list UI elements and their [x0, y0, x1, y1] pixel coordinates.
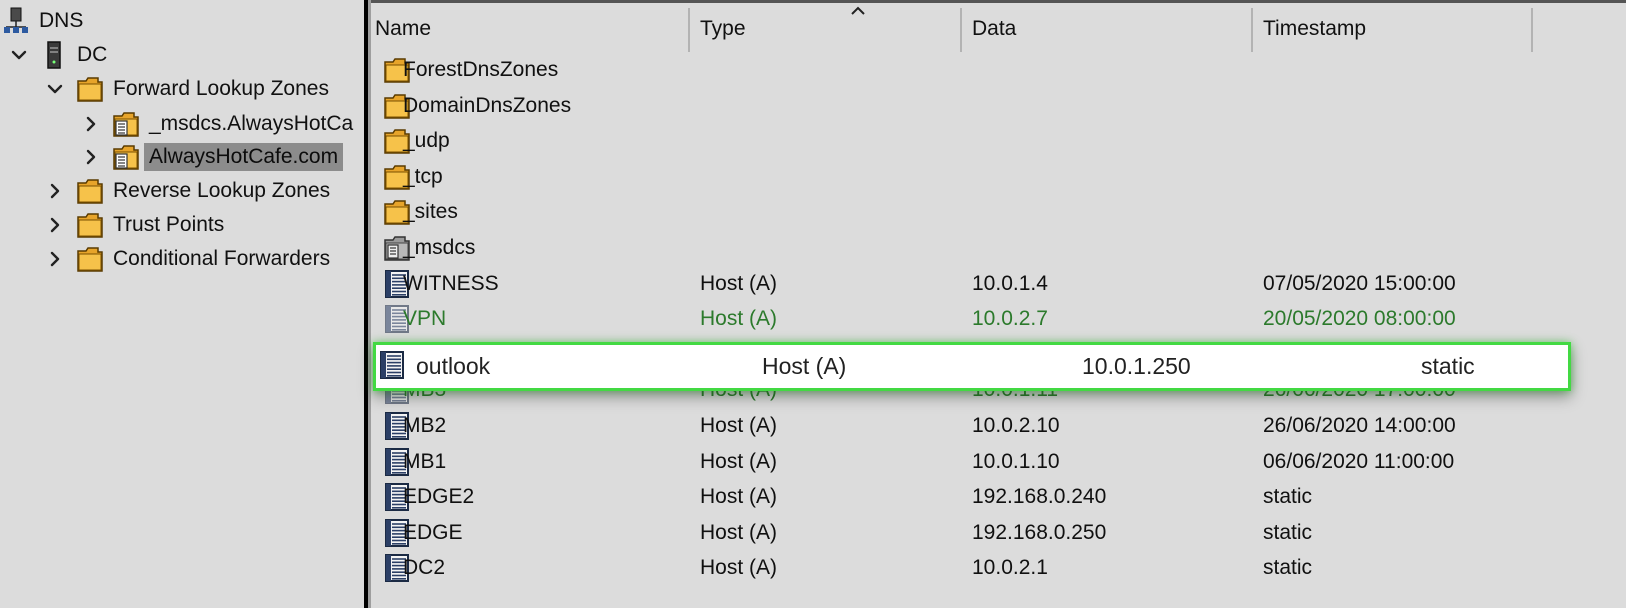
record-row[interactable]: MB2 Host (A) 10.0.2.10 26/06/2020 14:00:00: [371, 407, 1626, 444]
record-name: _sites: [403, 199, 458, 223]
console-tree: DNS DC Forward Lookup Zones _msdcs.AlwaysHo…: [0, 0, 366, 608]
record-name: WITNESS: [403, 271, 499, 295]
chevron-right-icon[interactable]: [80, 107, 102, 141]
chevron-down-icon[interactable]: [44, 72, 66, 106]
tree-item-label: DC: [77, 43, 108, 66]
tree-item-trust-points[interactable]: Trust Points: [44, 208, 229, 242]
chevron-right-icon[interactable]: [44, 242, 66, 276]
folder-icon: [76, 244, 104, 274]
record-type: Host (A): [700, 555, 778, 579]
record-timestamp: static: [1263, 555, 1313, 579]
column-resize-handle[interactable]: [1251, 8, 1253, 52]
record-row[interactable]: MB1 Host (A) 10.0.1.10 06/06/2020 11:00:00: [371, 443, 1626, 480]
chevron-right-icon[interactable]: [44, 174, 66, 208]
record-row[interactable]: _tcp: [371, 158, 1626, 195]
column-resize-handle[interactable]: [1531, 8, 1533, 52]
record-name: EDGE2: [403, 484, 475, 508]
record-name: outlook: [416, 353, 491, 379]
server-icon: [40, 40, 68, 70]
dns-manager-window: DNS DC Forward Lookup Zones _msdcs.AlwaysHo…: [0, 0, 1626, 608]
tree-item-label: Reverse Lookup Zones: [113, 179, 331, 202]
record-row[interactable]: DC2 Host (A) 10.0.2.1 static: [371, 549, 1626, 586]
tree-item-label: Forward Lookup Zones: [113, 77, 329, 100]
record-name: _msdcs: [403, 235, 476, 259]
column-header-data[interactable]: Data: [972, 6, 1016, 52]
column-header-name[interactable]: Name: [375, 6, 431, 52]
record-row[interactable]: VPN Host (A) 10.0.2.7 20/05/2020 08:00:00: [371, 300, 1626, 337]
column-header-type[interactable]: Type: [700, 6, 746, 52]
record-name: VPN: [403, 306, 447, 330]
record-data: 10.0.2.10: [972, 413, 1060, 437]
record-type: Host (A): [700, 449, 778, 473]
tree-item-label: AlwaysHotCafe.com: [144, 143, 344, 171]
record-data: 10.0.1.4: [972, 271, 1048, 295]
records-list: Name Type Data Timestamp ForestDnsZones Doma…: [371, 0, 1626, 608]
highlighted-record-row[interactable]: outlook Host (A) 10.0.1.250 static: [373, 342, 1571, 391]
record-data: 10.0.1.250: [1082, 353, 1191, 379]
column-header-timestamp[interactable]: Timestamp: [1263, 6, 1366, 52]
record-row[interactable]: ForestDnsZones: [371, 51, 1626, 88]
zone-icon: [112, 109, 140, 139]
record-row[interactable]: DomainDnsZones: [371, 87, 1626, 124]
column-resize-handle[interactable]: [688, 8, 690, 52]
tree-item-dns[interactable]: DNS: [2, 4, 88, 38]
record-type: Host (A): [762, 353, 847, 379]
tree-item-msdcs-alwayshotca[interactable]: _msdcs.AlwaysHotCa: [80, 107, 358, 141]
record-data: 10.0.2.1: [972, 555, 1048, 579]
record-name: _tcp: [403, 164, 443, 188]
tree-item-dc[interactable]: DC: [8, 38, 112, 72]
record-type: Host (A): [700, 306, 778, 330]
folder-icon: [76, 176, 104, 206]
record-timestamp: static: [1263, 520, 1313, 544]
record-name: MB1: [403, 449, 447, 473]
record-data: 10.0.1.10: [972, 449, 1060, 473]
record-type: Host (A): [700, 271, 778, 295]
record-type: Host (A): [700, 520, 778, 544]
record-timestamp: 20/05/2020 08:00:00: [1263, 306, 1456, 330]
record-timestamp: 06/06/2020 11:00:00: [1263, 449, 1455, 473]
record-row[interactable]: EDGE Host (A) 192.168.0.250 static: [371, 514, 1626, 551]
record-name: _udp: [403, 128, 450, 152]
record-timestamp: 26/06/2020 14:00:00: [1263, 413, 1456, 437]
folder-icon: [76, 210, 104, 240]
list-header: Name Type Data Timestamp: [371, 0, 1626, 55]
record-row[interactable]: _sites: [371, 193, 1626, 230]
record-row[interactable]: _msdcs: [371, 229, 1626, 266]
tree-item-alwayshotcafe-com[interactable]: AlwaysHotCafe.com: [80, 140, 344, 174]
record-name: DC2: [403, 555, 446, 579]
record-data: 10.0.2.7: [972, 306, 1048, 330]
record-data: 192.168.0.240: [972, 484, 1107, 508]
record-timestamp: static: [1421, 353, 1475, 379]
record-name: ForestDnsZones: [403, 57, 559, 81]
tree-item-conditional-forwarders[interactable]: Conditional Forwarders: [44, 242, 335, 276]
column-resize-handle[interactable]: [960, 8, 962, 52]
tree-item-label: _msdcs.AlwaysHotCa: [149, 112, 354, 135]
record-name: MB2: [403, 413, 447, 437]
tree-item-label: Trust Points: [113, 213, 225, 236]
record-timestamp: static: [1263, 484, 1313, 508]
tree-item-label: DNS: [39, 9, 84, 32]
record-row[interactable]: WITNESS Host (A) 10.0.1.4 07/05/2020 15:00:…: [371, 265, 1626, 302]
record-icon: [378, 350, 406, 380]
record-name: DomainDnsZones: [403, 93, 572, 117]
chevron-right-icon[interactable]: [44, 208, 66, 242]
record-name: EDGE: [403, 520, 463, 544]
folder-icon: [76, 74, 104, 104]
record-timestamp: 07/05/2020 15:00:00: [1263, 271, 1456, 295]
chevron-right-icon[interactable]: [80, 140, 102, 174]
record-type: Host (A): [700, 484, 778, 508]
record-type: Host (A): [700, 413, 778, 437]
tree-item-forward-lookup-zones[interactable]: Forward Lookup Zones: [44, 72, 334, 106]
tree-item-label: Conditional Forwarders: [113, 247, 331, 270]
record-row[interactable]: EDGE2 Host (A) 192.168.0.240 static: [371, 478, 1626, 515]
record-data: 192.168.0.250: [972, 520, 1107, 544]
zone-icon: [112, 142, 140, 172]
sort-ascending-icon: [851, 6, 865, 15]
chevron-down-icon[interactable]: [8, 38, 30, 72]
dns-server-icon: [2, 6, 30, 36]
record-row[interactable]: _udp: [371, 122, 1626, 159]
tree-item-reverse-lookup-zones[interactable]: Reverse Lookup Zones: [44, 174, 335, 208]
